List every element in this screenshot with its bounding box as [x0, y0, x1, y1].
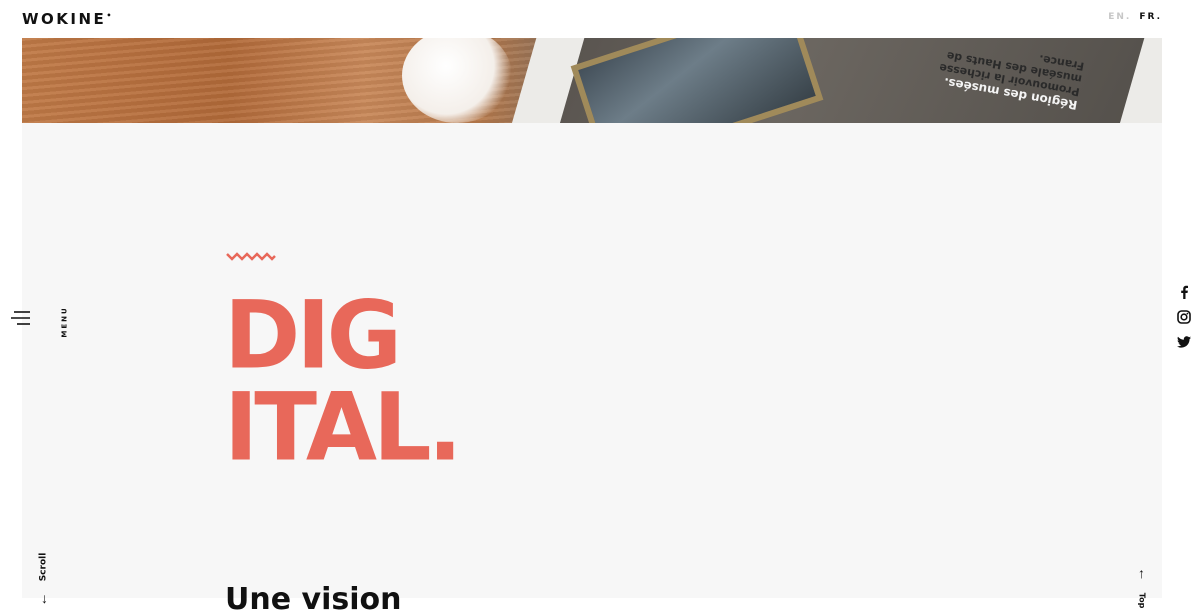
lang-en-link[interactable]: EN. — [1108, 12, 1131, 22]
twitter-icon[interactable] — [1176, 334, 1192, 350]
back-to-top-arrow-icon[interactable]: ↑ — [1138, 566, 1145, 580]
logo[interactable]: WOKINE• — [22, 10, 111, 28]
back-to-top-label[interactable]: Top — [1137, 593, 1146, 609]
page-title-line-2: ITAL. — [224, 372, 463, 482]
hero-image: Région des musées. Promouvoir la richess… — [22, 38, 1162, 123]
language-switcher: EN. FR. — [1108, 12, 1162, 22]
instagram-icon[interactable] — [1176, 309, 1192, 325]
main-panel — [22, 123, 1162, 598]
zigzag-wave-icon — [226, 252, 276, 261]
hamburger-icon — [11, 311, 30, 325]
facebook-icon[interactable] — [1176, 284, 1192, 300]
scroll-down-arrow-icon[interactable]: ↓ — [41, 591, 48, 605]
menu-toggle-button[interactable] — [10, 309, 34, 327]
menu-label[interactable]: MENU — [61, 306, 69, 337]
social-links — [1175, 284, 1193, 350]
page-title: DIG ITAL. — [224, 280, 463, 482]
page: WOKINE• EN. FR. Région des musées. Promo… — [0, 0, 1200, 610]
section-subheading: Une vision — [225, 583, 402, 610]
page-title-line-1: DIG — [224, 280, 402, 390]
lang-fr-link[interactable]: FR. — [1139, 12, 1162, 22]
logo-text: WOKINE — [22, 10, 107, 28]
scroll-label[interactable]: Scroll — [38, 553, 48, 582]
logo-mark: • — [106, 11, 112, 20]
